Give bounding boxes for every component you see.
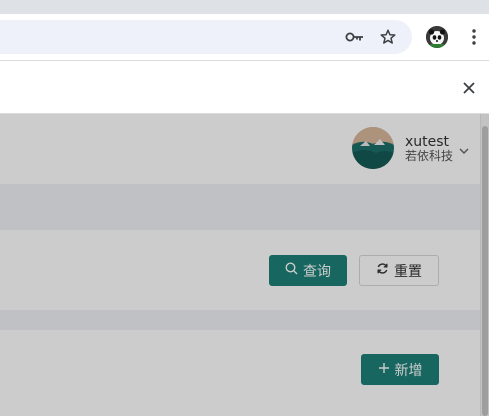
admin-page: xutest 若依科技 查询 重置 新增: [0, 114, 489, 416]
add-button[interactable]: 新增: [361, 354, 439, 385]
info-bar: [0, 60, 489, 114]
user-name[interactable]: xutest: [405, 134, 449, 150]
search-button-label: 查询: [303, 263, 331, 280]
chevron-down-icon[interactable]: [458, 142, 470, 154]
key-icon[interactable]: [344, 26, 366, 48]
address-bar[interactable]: [0, 20, 412, 54]
add-button-label: 新增: [394, 362, 423, 379]
panda-avatar[interactable]: [426, 26, 448, 48]
section-gap: [0, 310, 489, 330]
table-panel: 新增: [0, 330, 478, 416]
star-icon[interactable]: [377, 26, 399, 48]
search-panel: 查询 重置: [0, 230, 478, 310]
tags-view: [0, 184, 489, 230]
refresh-icon: [376, 262, 389, 279]
kebab-icon[interactable]: [466, 26, 482, 48]
user-org: 若依科技: [405, 149, 454, 163]
search-button[interactable]: 查询: [269, 255, 347, 286]
search-icon: [285, 262, 298, 279]
top-navbar: xutest 若依科技: [0, 114, 489, 184]
reset-button-label: 重置: [394, 263, 422, 280]
tab-strip: [0, 0, 489, 14]
avatar[interactable]: [352, 127, 394, 169]
scrollbar-thumb[interactable]: [482, 126, 488, 416]
reset-button[interactable]: 重置: [359, 255, 439, 286]
plus-icon: [378, 362, 390, 378]
browser-toolbar: [0, 14, 489, 60]
close-icon[interactable]: [460, 79, 478, 97]
